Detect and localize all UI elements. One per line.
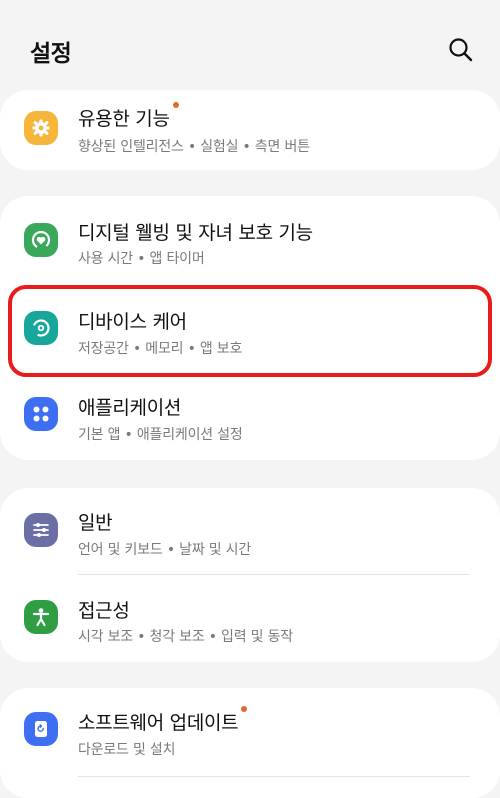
settings-item-subtitle: 저장공간 • 메모리 • 앱 보호: [78, 341, 243, 357]
divider: [78, 574, 470, 575]
sliders-icon: [24, 513, 58, 547]
header: 설정: [0, 0, 500, 90]
settings-group-1: 유용한 기능 향상된 인텔리전스 • 실험실 • 측면 버튼: [0, 90, 500, 170]
wellbeing-icon: [24, 223, 58, 257]
divider: [78, 776, 470, 777]
settings-item-general[interactable]: 일반 언어 및 키보드 • 날짜 및 시간: [0, 488, 500, 574]
accessibility-icon: [24, 600, 58, 634]
settings-item-title: 디바이스 케어: [78, 311, 187, 333]
settings-item-subtitle: 시각 보조 • 청각 보조 • 입력 및 동작: [78, 629, 293, 645]
settings-item-apps[interactable]: 애플리케이션 기본 앱 • 애플리케이션 설정: [0, 376, 500, 460]
settings-item-digital-wellbeing[interactable]: 디지털 웰빙 및 자녀 보호 기능 사용 시간 • 앱 타이머: [0, 196, 500, 282]
settings-item-title: 소프트웨어 업데이트: [78, 706, 248, 735]
settings-item-subtitle: 다운로드 및 설치: [78, 742, 176, 758]
device-care-icon: [24, 311, 58, 345]
settings-item-subtitle: 사용 시간 • 앱 타이머: [78, 251, 205, 267]
page-title: 설정: [30, 41, 72, 67]
settings-item-title: 접근성: [78, 600, 130, 622]
notification-badge: [172, 102, 179, 108]
search-icon: [449, 38, 473, 62]
settings-item-subtitle: 언어 및 키보드 • 날짜 및 시간: [78, 542, 252, 558]
settings-group-2: 디지털 웰빙 및 자녀 보호 기능 사용 시간 • 앱 타이머 디바이스 케어 …: [0, 196, 500, 460]
notification-badge: [241, 706, 248, 712]
search-button[interactable]: [447, 36, 475, 64]
gear-icon: [24, 111, 58, 145]
settings-group-3: 일반 언어 및 키보드 • 날짜 및 시간 접근성 시각 보조 • 청각 보조 …: [0, 488, 500, 662]
settings-item-advanced-features[interactable]: 유용한 기능 향상된 인텔리전스 • 실험실 • 측면 버튼: [0, 90, 500, 170]
settings-item-accessibility[interactable]: 접근성 시각 보조 • 청각 보조 • 입력 및 동작: [0, 576, 500, 662]
settings-item-title: 애플리케이션: [78, 397, 182, 419]
settings-item-title: 일반: [78, 512, 113, 534]
settings-item-title: 디지털 웰빙 및 자녀 보호 기능: [78, 222, 313, 244]
settings-item-title: 유용한 기능: [78, 102, 179, 131]
settings-group-4: 소프트웨어 업데이트 다운로드 및 설치: [0, 688, 500, 798]
update-icon: [24, 712, 58, 746]
settings-item-subtitle: 기본 앱 • 애플리케이션 설정: [78, 427, 243, 443]
settings-item-software-update[interactable]: 소프트웨어 업데이트 다운로드 및 설치: [0, 688, 500, 776]
apps-grid-icon: [24, 397, 58, 431]
settings-item-device-care[interactable]: 디바이스 케어 저장공간 • 메모리 • 앱 보호: [0, 290, 500, 374]
settings-item-subtitle: 향상된 인텔리전스 • 실험실 • 측면 버튼: [78, 139, 310, 155]
